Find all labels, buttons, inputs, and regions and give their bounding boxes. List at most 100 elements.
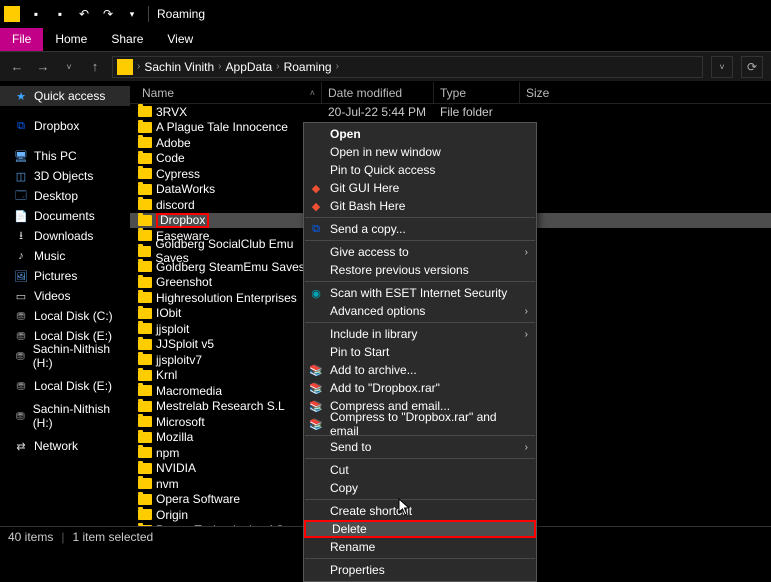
sidebar-item-label: Local Disk (C:)	[34, 309, 113, 323]
winrar-icon: 📚	[308, 380, 324, 396]
sidebar-item-videos[interactable]: ▭Videos	[0, 286, 130, 306]
column-header-name[interactable]: Name˄	[136, 82, 322, 103]
file-name-label: Opera Software	[156, 492, 240, 506]
dropbox-icon: ⧉	[308, 221, 324, 237]
menu-item-advanced-options[interactable]: Advanced options›	[304, 302, 536, 320]
chevron-right-icon[interactable]: ›	[137, 61, 140, 72]
address-bar[interactable]: › Sachin Vinith › AppData › Roaming ›	[112, 56, 703, 78]
sidebar-item-music[interactable]: ♪Music	[0, 246, 130, 266]
forward-button[interactable]: →	[34, 59, 52, 74]
file-name-label: Origin	[156, 508, 188, 522]
file-name-cell: A Plague Tale Innocence	[136, 120, 322, 134]
chevron-right-icon[interactable]: ›	[276, 61, 279, 72]
sidebar-item-local-disk-e-root[interactable]: ⛃Local Disk (E:)	[0, 376, 130, 396]
file-name-label: Microsoft	[156, 415, 205, 429]
menu-item-open[interactable]: Open	[304, 125, 536, 143]
column-header-date[interactable]: Date modified	[322, 82, 434, 103]
history-dropdown-icon[interactable]: ˅	[60, 62, 78, 72]
menu-item-copy[interactable]: Copy	[304, 479, 536, 497]
menu-separator	[305, 217, 535, 218]
address-dropdown-icon[interactable]: ˅	[711, 56, 733, 78]
menu-item-compress-dropbox-email[interactable]: 📚Compress to "Dropbox.rar" and email	[304, 415, 536, 433]
file-row[interactable]: 3RVX20-Jul-22 5:44 PMFile folder	[130, 104, 771, 120]
tab-home[interactable]: Home	[43, 28, 99, 51]
file-name-cell: Goldberg SteamEmu Saves	[136, 260, 322, 274]
sidebar-item-desktop[interactable]: 🗔Desktop	[0, 186, 130, 206]
chevron-right-icon[interactable]: ›	[336, 61, 339, 72]
sidebar-item-quick-access[interactable]: ★ Quick access	[0, 86, 130, 106]
tab-view[interactable]: View	[155, 28, 205, 51]
menu-item-open-new-window[interactable]: Open in new window	[304, 143, 536, 161]
refresh-button[interactable]: ⟳	[741, 56, 763, 78]
title-bar: ▪ ▪ ↶ ↷ ▾ Roaming	[0, 0, 771, 28]
drive-icon: ⛃	[14, 379, 28, 393]
menu-item-pin-quick-access[interactable]: Pin to Quick access	[304, 161, 536, 179]
menu-item-properties[interactable]: Properties	[304, 561, 536, 579]
file-name-cell: DataWorks	[136, 182, 322, 196]
sidebar-item-network[interactable]: ⇄Network	[0, 436, 130, 456]
sidebar-item-sachin-nithish[interactable]: ⛃Sachin-Nithish (H:)	[0, 346, 130, 366]
qat-button[interactable]: ▪	[25, 3, 47, 25]
menu-item-cut[interactable]: Cut	[304, 461, 536, 479]
folder-icon	[138, 137, 152, 148]
sidebar-item-documents[interactable]: 📄Documents	[0, 206, 130, 226]
blank-icon	[308, 326, 324, 342]
blank-icon	[308, 480, 324, 496]
file-name-cell: IObit	[136, 306, 322, 320]
folder-icon	[138, 168, 152, 179]
breadcrumb[interactable]: Roaming	[284, 60, 332, 74]
pc-icon: 🖥	[14, 149, 28, 163]
file-name-label: A Plague Tale Innocence	[156, 120, 288, 134]
menu-item-git-bash[interactable]: ◆Git Bash Here	[304, 197, 536, 215]
file-name-cell: Krnl	[136, 368, 322, 382]
folder-icon	[138, 432, 152, 443]
folder-icon	[138, 323, 152, 334]
menu-item-send-to[interactable]: Send to›	[304, 438, 536, 456]
menu-item-delete[interactable]: Delete	[304, 520, 536, 538]
menu-item-create-shortcut[interactable]: Create shortcut	[304, 502, 536, 520]
undo-icon[interactable]: ↶	[73, 3, 95, 25]
music-icon: ♪	[14, 249, 28, 263]
menu-item-git-gui[interactable]: ◆Git GUI Here	[304, 179, 536, 197]
desktop-icon: 🗔	[14, 189, 28, 203]
file-name-label: jjsploit	[156, 322, 189, 336]
folder-icon	[138, 354, 152, 365]
menu-item-send-copy[interactable]: ⧉Send a copy...	[304, 220, 536, 238]
menu-item-give-access[interactable]: Give access to›	[304, 243, 536, 261]
qat-dropdown-icon[interactable]: ▾	[121, 3, 143, 25]
sidebar-item-local-disk-c[interactable]: ⛃Local Disk (C:)	[0, 306, 130, 326]
tab-share[interactable]: Share	[99, 28, 155, 51]
file-date-cell: 20-Jul-22 5:44 PM	[322, 105, 434, 119]
breadcrumb[interactable]: AppData	[226, 60, 273, 74]
menu-item-add-dropbox-rar[interactable]: 📚Add to "Dropbox.rar"	[304, 379, 536, 397]
tab-file[interactable]: File	[0, 28, 43, 51]
menu-item-rename[interactable]: Rename	[304, 538, 536, 556]
sidebar-item-pictures[interactable]: 🖼Pictures	[0, 266, 130, 286]
column-header-size[interactable]: Size	[520, 82, 600, 103]
folder-icon	[138, 277, 152, 288]
chevron-right-icon[interactable]: ›	[218, 61, 221, 72]
menu-item-eset-scan[interactable]: ◉Scan with ESET Internet Security	[304, 284, 536, 302]
sidebar-item-3d-objects[interactable]: ◫3D Objects	[0, 166, 130, 186]
file-name-cell: 3RVX	[136, 105, 322, 119]
sidebar-item-dropbox[interactable]: ⧉ Dropbox	[0, 116, 130, 136]
back-button[interactable]: ←	[8, 59, 26, 74]
usb-drive-icon: ⛃	[14, 409, 27, 423]
sidebar-item-sachin-nithish-root[interactable]: ⛃Sachin-Nithish (H:)	[0, 406, 130, 426]
file-name-cell: Greenshot	[136, 275, 322, 289]
up-button[interactable]: ↑	[86, 59, 104, 74]
column-header-type[interactable]: Type	[434, 82, 520, 103]
folder-icon	[138, 494, 152, 505]
breadcrumb[interactable]: Sachin Vinith	[144, 60, 214, 74]
status-selected-count: 1 item selected	[72, 530, 153, 544]
menu-item-restore-versions[interactable]: Restore previous versions	[304, 261, 536, 279]
menu-item-add-archive[interactable]: 📚Add to archive...	[304, 361, 536, 379]
sidebar-item-downloads[interactable]: ⭳Downloads	[0, 226, 130, 246]
qat-button[interactable]: ▪	[49, 3, 71, 25]
sidebar-item-this-pc[interactable]: 🖥 This PC	[0, 146, 130, 166]
git-icon: ◆	[308, 180, 324, 196]
redo-icon[interactable]: ↷	[97, 3, 119, 25]
folder-icon	[138, 416, 152, 427]
menu-item-pin-start[interactable]: Pin to Start	[304, 343, 536, 361]
menu-item-include-library[interactable]: Include in library›	[304, 325, 536, 343]
